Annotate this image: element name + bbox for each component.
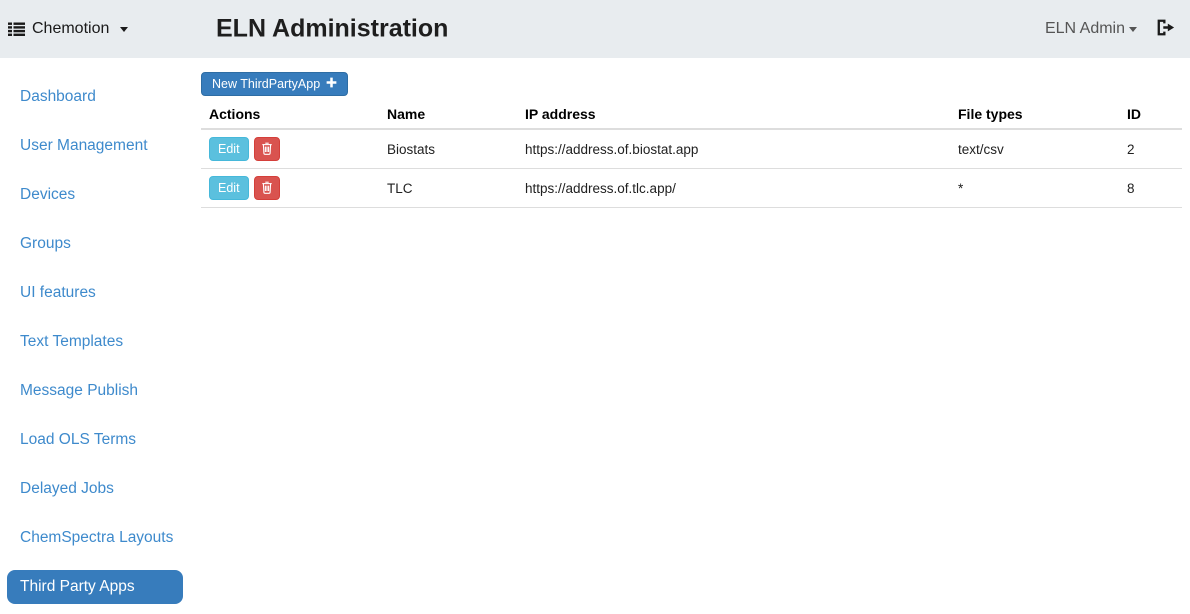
id-cell: 8 — [1119, 169, 1182, 208]
name-cell: TLC — [379, 169, 517, 208]
top-navbar: Chemotion ELN Administration ELN Admin — [0, 0, 1190, 58]
column-header-name: Name — [379, 100, 517, 129]
sign-out-icon — [1155, 18, 1176, 40]
caret-down-icon — [120, 27, 128, 32]
sidebar: Dashboard User Management Devices Groups UI … — [0, 58, 200, 614]
sidebar-item-ui-features[interactable]: UI features — [7, 276, 183, 310]
sidebar-item-chemspectra-layouts[interactable]: ChemSpectra Layouts — [7, 521, 186, 555]
caret-down-icon — [1129, 27, 1137, 32]
sidebar-item-devices[interactable]: Devices — [7, 178, 183, 212]
sidebar-list-item: Dashboard — [0, 72, 200, 121]
brand-menu[interactable]: Chemotion — [0, 20, 128, 38]
sidebar-list-item: Groups — [0, 219, 200, 268]
trash-icon — [261, 180, 273, 197]
main-content: New ThirdPartyApp ActionsNameIP addressF… — [200, 58, 1190, 614]
sidebar-item-message-publish[interactable]: Message Publish — [7, 374, 183, 408]
sidebar-list-item: Message Publish — [0, 366, 200, 415]
sidebar-item-delayed-jobs[interactable]: Delayed Jobs — [7, 472, 183, 506]
delete-button[interactable] — [254, 176, 280, 200]
sidebar-item-dashboard[interactable]: Dashboard — [7, 80, 183, 114]
actions-cell: Edit — [201, 129, 379, 169]
edit-button[interactable]: Edit — [209, 176, 249, 200]
sidebar-item-text-templates[interactable]: Text Templates — [7, 325, 183, 359]
table-row: Edit Biostatshttps://address.of.biostat.a… — [201, 129, 1182, 169]
list-icon — [8, 22, 25, 37]
sidebar-list-item: Devices — [0, 170, 200, 219]
sidebar-item-third-party-apps[interactable]: Third Party Apps — [7, 570, 183, 604]
sidebar-item-load-ols-terms[interactable]: Load OLS Terms — [7, 423, 183, 457]
sidebar-item-groups[interactable]: Groups — [7, 227, 183, 261]
ip-address-cell: https://address.of.biostat.app — [517, 129, 950, 169]
table-header-row: ActionsNameIP addressFile typesID — [201, 100, 1182, 129]
thirdpartyapps-table: ActionsNameIP addressFile typesID Edit Bi… — [201, 100, 1182, 208]
file-types-cell: text/csv — [950, 129, 1119, 169]
actions-cell: Edit — [201, 169, 379, 208]
table-row: Edit TLChttps://address.of.tlc.app/*8 — [201, 169, 1182, 208]
sidebar-list-item: Load OLS Terms — [0, 415, 200, 464]
column-header-ip-address: IP address — [517, 100, 950, 129]
sidebar-list-item: Third Party Apps — [0, 562, 200, 611]
file-types-cell: * — [950, 169, 1119, 208]
brand-label: Chemotion — [32, 20, 109, 38]
sidebar-list-item: ChemSpectra Layouts — [0, 513, 200, 562]
user-menu-label: ELN Admin — [1045, 20, 1125, 38]
sidebar-list-item: User Management — [0, 121, 200, 170]
new-thirdpartyapp-label: New ThirdPartyApp — [212, 77, 320, 91]
plus-icon — [326, 77, 337, 91]
column-header-actions: Actions — [201, 100, 379, 129]
sidebar-list-item: UI features — [0, 268, 200, 317]
sidebar-list-item: Delayed Jobs — [0, 464, 200, 513]
edit-button[interactable]: Edit — [209, 137, 249, 161]
topbar-right: ELN Admin — [1045, 18, 1190, 40]
column-header-file-types: File types — [950, 100, 1119, 129]
id-cell: 2 — [1119, 129, 1182, 169]
logout-button[interactable] — [1155, 18, 1176, 40]
column-header-id: ID — [1119, 100, 1182, 129]
new-thirdpartyapp-button[interactable]: New ThirdPartyApp — [201, 72, 348, 96]
delete-button[interactable] — [254, 137, 280, 161]
trash-icon — [261, 141, 273, 158]
sidebar-item-user-management[interactable]: User Management — [7, 129, 183, 163]
page-title: ELN Administration — [216, 15, 448, 44]
sidebar-list-item: Text Templates — [0, 317, 200, 366]
user-menu[interactable]: ELN Admin — [1045, 20, 1137, 38]
name-cell: Biostats — [379, 129, 517, 169]
ip-address-cell: https://address.of.tlc.app/ — [517, 169, 950, 208]
